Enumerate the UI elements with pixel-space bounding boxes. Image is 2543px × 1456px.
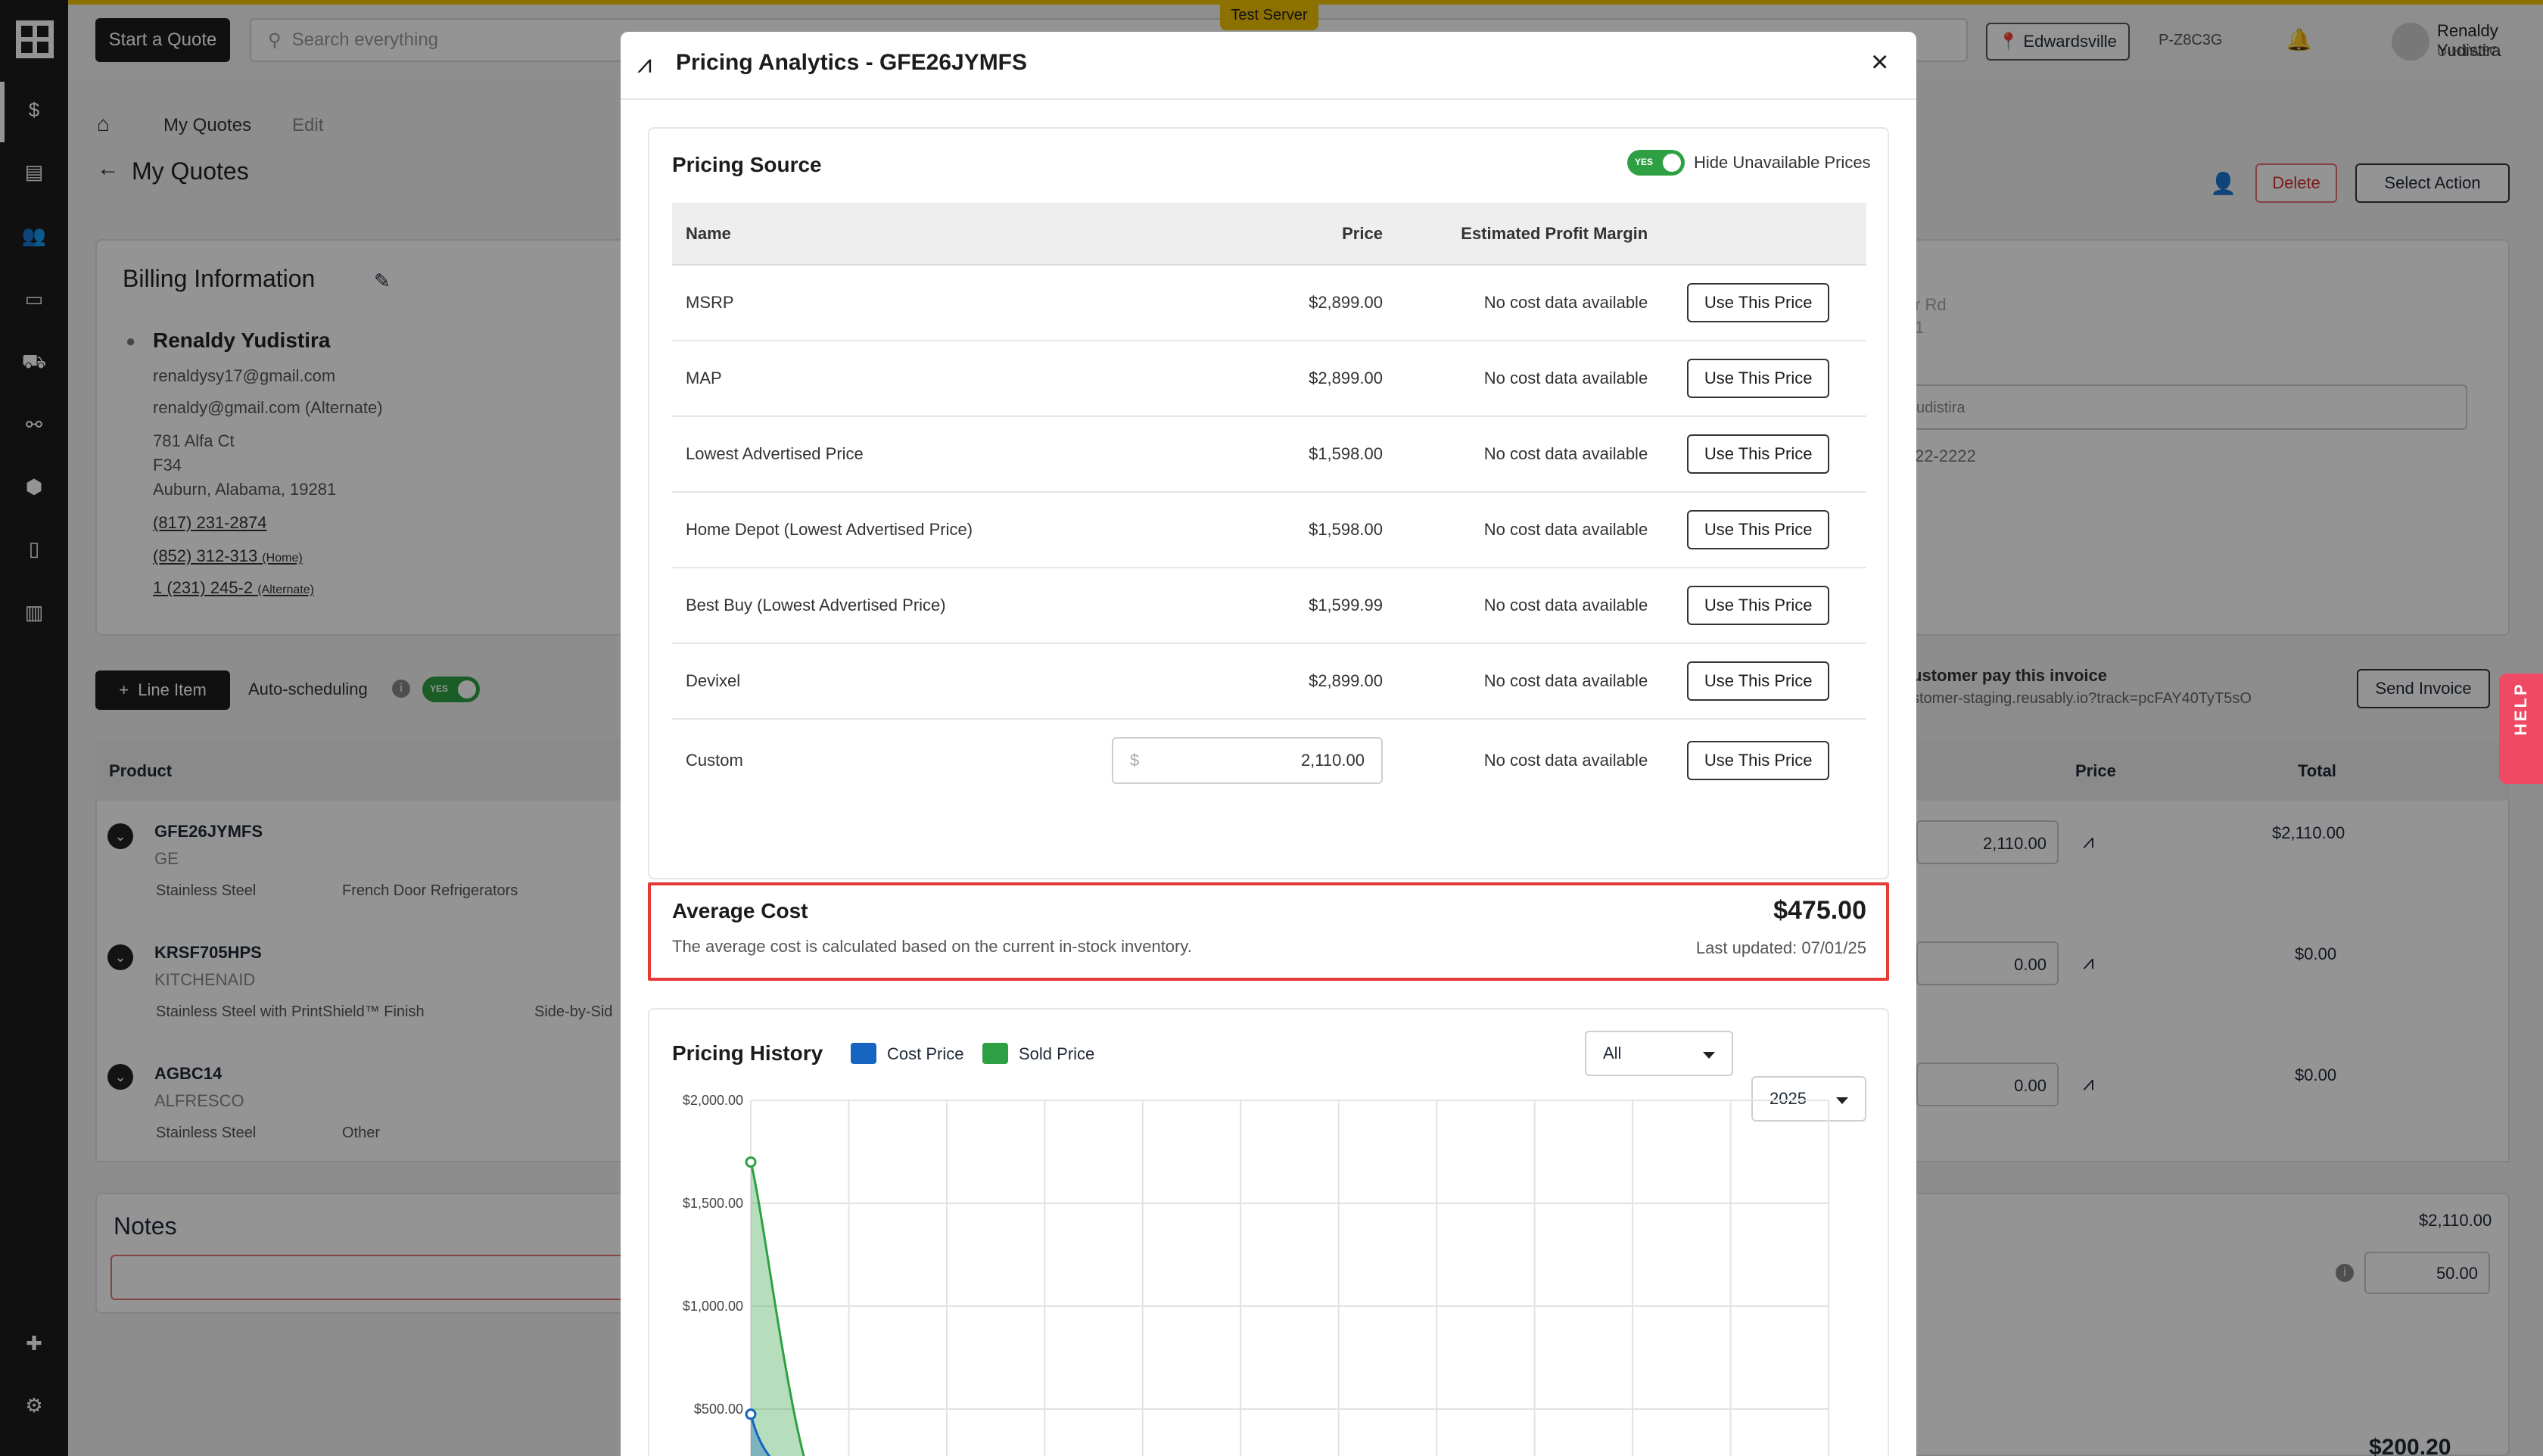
margin-value: No cost data available bbox=[1396, 492, 1674, 568]
modal-title: Pricing Analytics - GFE26JYMFS bbox=[676, 50, 1028, 75]
table-row: Best Buy (Lowest Advertised Price) $1,59… bbox=[672, 568, 1866, 644]
data-point[interactable] bbox=[745, 1156, 757, 1168]
help-tab[interactable]: HELP bbox=[2499, 674, 2543, 784]
margin-value: No cost data available bbox=[1396, 265, 1674, 341]
average-cost-section: Average Cost $475.00 The average cost is… bbox=[648, 882, 1889, 981]
currency-prefix: $ bbox=[1129, 750, 1140, 770]
price-source-name: Best Buy (Lowest Advertised Price) bbox=[672, 568, 1075, 644]
use-this-price-button[interactable]: Use This Price bbox=[1687, 359, 1830, 398]
table-row: MSRP $2,899.00 No cost data available Us… bbox=[672, 265, 1866, 341]
hide-unavailable-label: Hide Unavailable Prices bbox=[1694, 153, 1871, 172]
price-source-name: Lowest Advertised Price bbox=[672, 416, 1075, 493]
price-source-name: Home Depot (Lowest Advertised Price) bbox=[672, 492, 1075, 568]
custom-price-value: 2,110.00 bbox=[1300, 750, 1365, 770]
price-source-name: Custom bbox=[686, 750, 743, 770]
price-value: $1,598.00 bbox=[1075, 416, 1396, 493]
pricing-source-section: Pricing Source YES Hide Unavailable Pric… bbox=[648, 127, 1889, 879]
use-this-price-button[interactable]: Use This Price bbox=[1687, 661, 1830, 701]
chart-grid bbox=[750, 1100, 1829, 1456]
custom-price-input[interactable]: $ 2,110.00 bbox=[1111, 736, 1383, 784]
price-source-name: Devixel bbox=[672, 643, 1075, 720]
legend-cost-swatch bbox=[851, 1043, 876, 1064]
pricing-source-table: Name Price Estimated Profit Margin MSRP … bbox=[672, 203, 1866, 801]
price-value: $1,598.00 bbox=[1075, 492, 1396, 568]
average-cost-value: $475.00 bbox=[1773, 896, 1866, 925]
pricing-history-section: Pricing History Cost Price Sold Price Al… bbox=[648, 1008, 1889, 1456]
margin-value: No cost data available bbox=[1396, 568, 1674, 644]
col-margin: Estimated Profit Margin bbox=[1396, 203, 1674, 266]
margin-value: No cost data available bbox=[1483, 750, 1648, 770]
average-cost-title: Average Cost bbox=[672, 899, 808, 922]
y-tick-label: $1,000.00 bbox=[683, 1299, 743, 1314]
table-row: Devixel $2,899.00 No cost data available… bbox=[672, 643, 1866, 720]
y-tick-label: $1,500.00 bbox=[683, 1196, 743, 1211]
chart-y-axis: $500.00 $1,000.00 $1,500.00 $2,000.00 bbox=[683, 1093, 743, 1417]
use-this-price-button[interactable]: Use This Price bbox=[1687, 740, 1830, 780]
table-row: Home Depot (Lowest Advertised Price) $1,… bbox=[672, 492, 1866, 568]
trending-up-icon: ⩘ bbox=[637, 50, 652, 79]
caret-down-icon bbox=[1703, 1052, 1715, 1059]
margin-value: No cost data available bbox=[1396, 643, 1674, 720]
price-value: $2,899.00 bbox=[1075, 643, 1396, 720]
series-area bbox=[751, 1162, 804, 1456]
history-filter-select[interactable]: All bbox=[1585, 1031, 1733, 1076]
col-name: Name bbox=[672, 203, 1075, 266]
data-point[interactable] bbox=[745, 1408, 757, 1420]
modal-header: ⩘ Pricing Analytics - GFE26JYMFS × bbox=[621, 32, 1916, 100]
legend-sold-label: Sold Price bbox=[1019, 1044, 1095, 1063]
pricing-source-title: Pricing Source bbox=[672, 153, 822, 176]
hide-unavailable-toggle[interactable]: YES bbox=[1627, 150, 1685, 176]
y-tick-label: $2,000.00 bbox=[683, 1093, 743, 1108]
price-source-name: MSRP bbox=[672, 265, 1075, 341]
margin-value: No cost data available bbox=[1396, 416, 1674, 493]
use-this-price-button[interactable]: Use This Price bbox=[1687, 434, 1830, 474]
use-this-price-button[interactable]: Use This Price bbox=[1687, 586, 1830, 625]
average-cost-last-updated: Last updated: 07/01/25 bbox=[1695, 938, 1866, 957]
use-this-price-button[interactable]: Use This Price bbox=[1687, 510, 1830, 549]
table-row: Lowest Advertised Price $1,598.00 No cos… bbox=[672, 416, 1866, 493]
close-icon[interactable]: × bbox=[1871, 45, 1888, 79]
pricing-history-chart: $500.00 $1,000.00 $1,500.00 $2,000.00 bbox=[683, 1093, 1829, 1456]
pricing-analytics-modal: ⩘ Pricing Analytics - GFE26JYMFS × Prici… bbox=[621, 32, 1916, 1456]
average-cost-description: The average cost is calculated based on … bbox=[672, 937, 1192, 956]
price-source-name: MAP bbox=[672, 341, 1075, 417]
pricing-history-title: Pricing History bbox=[672, 1041, 823, 1065]
price-value: $2,899.00 bbox=[1075, 341, 1396, 417]
table-row-custom: Custom $ 2,110.00 No cost data available… bbox=[672, 719, 1866, 801]
legend-cost-label: Cost Price bbox=[887, 1044, 964, 1063]
margin-value: No cost data available bbox=[1396, 341, 1674, 417]
table-row: MAP $2,899.00 No cost data available Use… bbox=[672, 341, 1866, 417]
price-value: $2,899.00 bbox=[1075, 265, 1396, 341]
price-value: $1,599.99 bbox=[1075, 568, 1396, 644]
use-this-price-button[interactable]: Use This Price bbox=[1687, 283, 1830, 322]
col-price: Price bbox=[1075, 203, 1396, 266]
y-tick-label: $500.00 bbox=[694, 1402, 743, 1417]
legend-sold-swatch bbox=[982, 1043, 1008, 1064]
